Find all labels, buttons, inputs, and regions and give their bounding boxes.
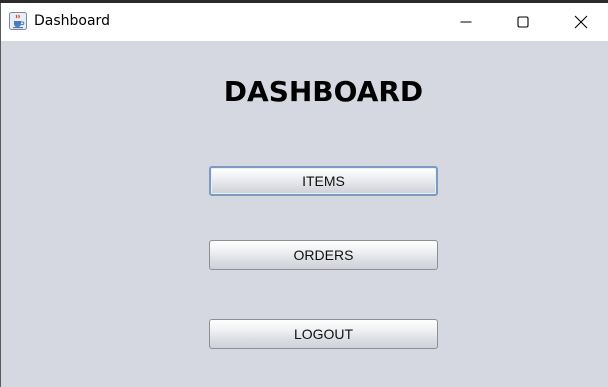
java-coffee-cup-icon[interactable]: [9, 12, 27, 30]
close-icon: [574, 15, 588, 29]
orders-button[interactable]: ORDERS: [209, 240, 438, 270]
app-window: Dashboard DASHBOARD ITEMS ORDERS LOGOUT: [0, 3, 608, 387]
maximize-icon: [517, 16, 529, 28]
maximize-button[interactable]: [494, 3, 552, 41]
minimize-button[interactable]: [437, 3, 495, 41]
logout-button[interactable]: LOGOUT: [209, 319, 438, 349]
items-button[interactable]: ITEMS: [209, 166, 438, 196]
close-button[interactable]: [552, 3, 608, 41]
page-title: DASHBOARD: [223, 75, 424, 108]
dashboard-panel: DASHBOARD ITEMS ORDERS LOGOUT: [1, 41, 608, 387]
title-bar[interactable]: Dashboard: [1, 3, 608, 41]
minimize-icon: [460, 16, 472, 28]
window-title: Dashboard: [34, 13, 110, 29]
